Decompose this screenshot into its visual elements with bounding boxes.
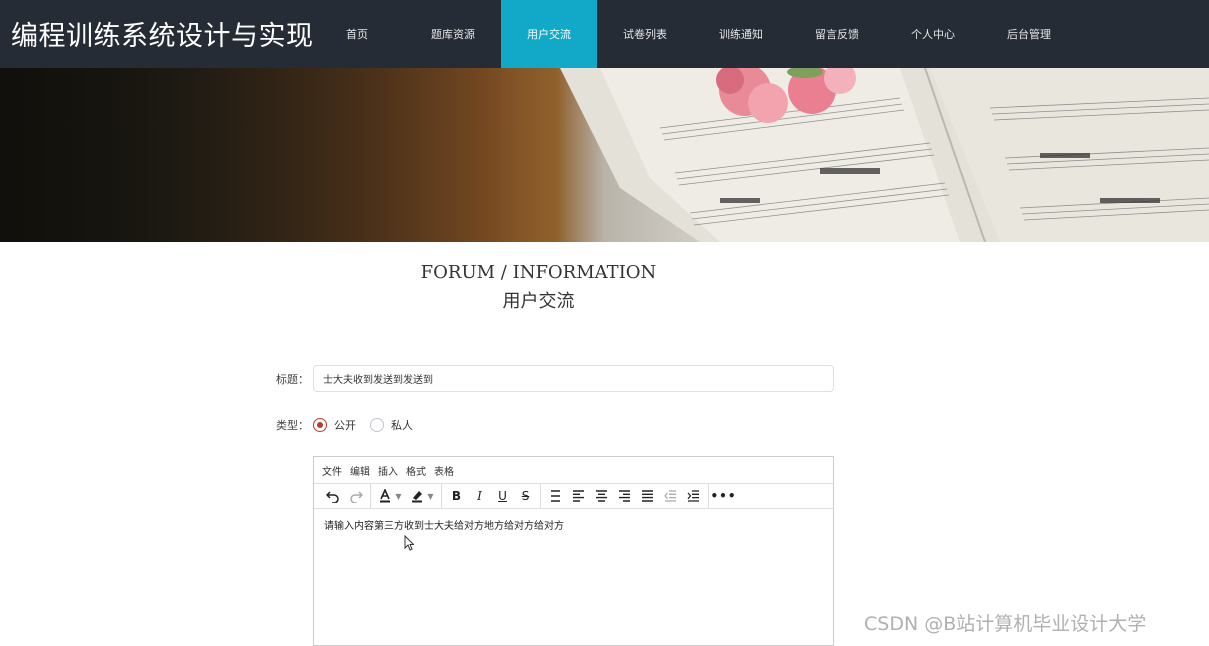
underline-icon[interactable]: U [491,485,514,507]
banner-shadow [0,68,520,242]
menu-edit[interactable]: 编辑 [346,463,374,478]
editor-toolbar: ▼ ▼ B I U S ••• [314,483,833,509]
radio-private[interactable]: 私人 [370,417,413,433]
indent-icon[interactable] [682,485,705,507]
main-nav: 首页 题库资源 用户交流 试卷列表 训练通知 留言反馈 个人中心 后台管理 [309,0,1077,68]
type-label: 类型： [276,419,309,432]
mouse-pointer-icon [404,535,414,551]
radio-public-label: 公开 [334,419,356,432]
title-label: 标题： [276,373,309,386]
rich-text-editor: 文件 编辑 插入 格式 表格 ▼ ▼ B I U S ••• 请输入内容第三方收… [313,456,834,646]
redo-icon[interactable] [344,485,367,507]
nav-item-admin[interactable]: 后台管理 [981,0,1077,68]
top-navbar: 编程训练系统设计与实现 首页 题库资源 用户交流 试卷列表 训练通知 留言反馈 … [0,0,1209,68]
watermark-text: CSDN @B站计算机毕业设计大学 [864,613,1147,635]
italic-icon[interactable]: I [468,485,491,507]
menu-insert[interactable]: 插入 [374,463,402,478]
bold-icon[interactable]: B [445,485,468,507]
nav-item-personal-center[interactable]: 个人中心 [885,0,981,68]
nav-item-home[interactable]: 首页 [309,0,405,68]
text-style-group: B I U S [442,483,541,509]
editor-content[interactable]: 请输入内容第三方收到士大夫给对方地方给对方给对方 [314,509,833,540]
menu-format[interactable]: 格式 [402,463,430,478]
color-group: ▼ ▼ [371,483,442,509]
strikethrough-icon[interactable]: S [514,485,537,507]
text-color-icon[interactable]: ▼ [374,485,406,507]
highlight-color-icon[interactable]: ▼ [406,485,438,507]
outdent-icon[interactable] [659,485,682,507]
menu-file[interactable]: 文件 [318,463,346,478]
history-group [318,483,371,509]
title-input[interactable] [313,365,834,392]
site-brand-title[interactable]: 编程训练系统设计与实现 [11,14,314,53]
section-title-en: FORUM / INFORMATION [420,262,657,283]
more-icon[interactable]: ••• [711,485,736,507]
section-title-zh: 用户交流 [502,291,575,312]
align-center-icon[interactable] [590,485,613,507]
editor-menubar: 文件 编辑 插入 格式 表格 [314,457,833,484]
radio-private-label: 私人 [391,419,413,432]
nav-item-paper-list[interactable]: 试卷列表 [597,0,693,68]
chevron-down-icon[interactable]: ▼ [427,492,433,501]
nav-item-user-forum[interactable]: 用户交流 [501,0,597,68]
align-group [541,483,709,509]
align-right-icon[interactable] [613,485,636,507]
nav-item-feedback[interactable]: 留言反馈 [789,0,885,68]
line-height-icon[interactable] [544,485,567,507]
menu-table[interactable]: 表格 [430,463,458,478]
align-justify-icon[interactable] [636,485,659,507]
nav-item-training-notice[interactable]: 训练通知 [693,0,789,68]
radio-unchecked-icon[interactable] [370,418,384,432]
more-group: ••• [709,484,738,509]
align-left-icon[interactable] [567,485,590,507]
chevron-down-icon[interactable]: ▼ [395,492,401,501]
hero-banner-image [0,68,1209,242]
nav-item-question-bank[interactable]: 题库资源 [405,0,501,68]
radio-checked-icon[interactable] [313,418,327,432]
radio-public[interactable]: 公开 [313,417,356,433]
undo-icon[interactable] [321,485,344,507]
